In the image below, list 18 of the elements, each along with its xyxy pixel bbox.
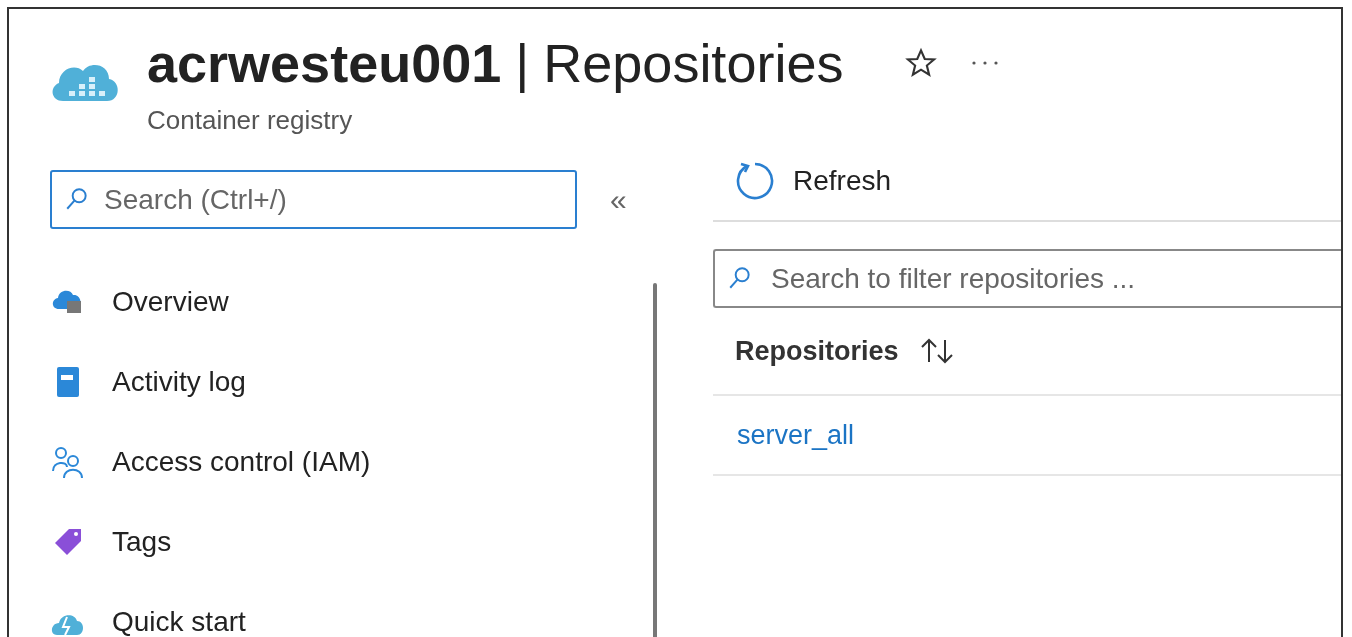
refresh-button[interactable]: Refresh	[713, 160, 892, 202]
sidebar-item[interactable]: Tags	[50, 502, 669, 582]
scrollbar[interactable]	[653, 283, 657, 637]
subtitle: Container registry	[147, 104, 354, 137]
sidebar-item[interactable]: Activity log	[50, 342, 669, 422]
collapse-button[interactable]: «	[610, 177, 627, 222]
filter-field[interactable]: Search to filter repositories ...	[713, 249, 1341, 308]
more-icon[interactable]	[971, 60, 1000, 66]
star-icon[interactable]	[905, 47, 938, 79]
search-icon	[64, 186, 90, 212]
sidebar-item[interactable]: Access control (IAM)	[50, 422, 669, 502]
search-icon	[727, 265, 753, 291]
column-header[interactable]: Repositories	[735, 330, 957, 372]
sidebar-item[interactable]: Overview	[50, 262, 669, 342]
sidebar-item[interactable]: Quick start	[50, 582, 669, 637]
people-icon	[50, 445, 86, 479]
repository-link[interactable]: server_all	[737, 414, 855, 456]
search-field[interactable]: Search (Ctrl+/)	[50, 170, 577, 229]
